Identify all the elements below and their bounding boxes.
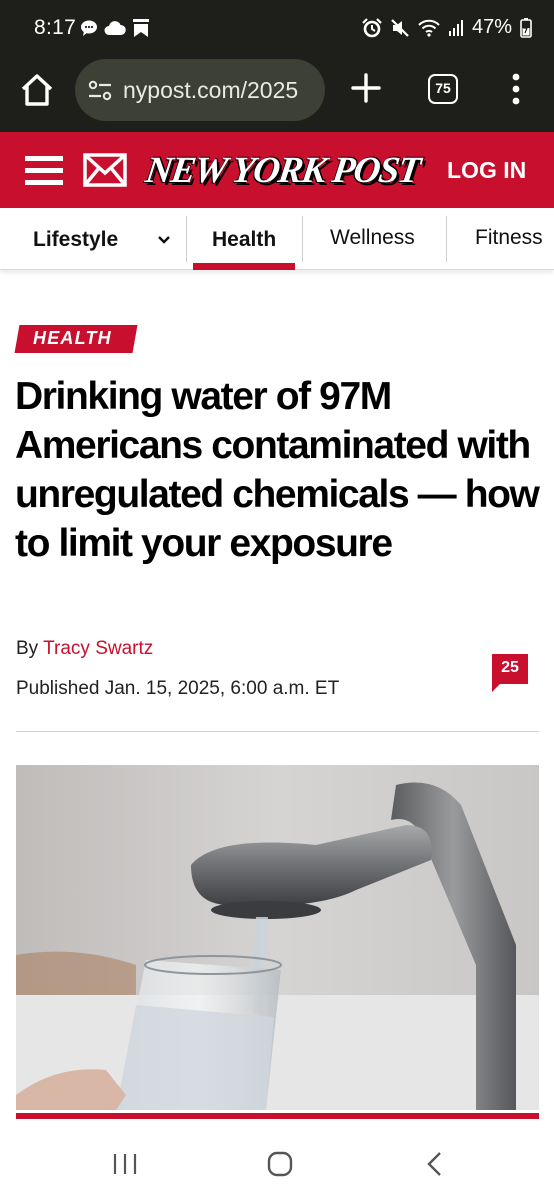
byline: By Tracy Swartz [16, 638, 153, 660]
tab-wellness[interactable]: Wellness [330, 226, 415, 250]
author-link[interactable]: Tracy Swartz [43, 638, 153, 659]
site-logo[interactable]: NEW YORK POST [143, 144, 422, 200]
alarm-icon [362, 17, 382, 37]
site-settings-icon[interactable] [88, 80, 112, 102]
address-bar[interactable]: nypost.com/2025 [75, 59, 325, 121]
site-logo-text[interactable]: NEW YORK POST [143, 149, 422, 192]
nav-divider [446, 216, 447, 262]
section-dropdown[interactable]: Lifestyle [33, 228, 118, 252]
battery-icon [520, 17, 532, 38]
chat-bubble-icon [81, 20, 97, 36]
nav-divider [302, 216, 303, 262]
article-hero-image [16, 765, 539, 1110]
login-button[interactable]: LOG IN [447, 157, 526, 184]
status-time: 8:17 [34, 16, 77, 39]
divider [16, 731, 539, 732]
url-text[interactable]: nypost.com/2025 [123, 77, 298, 104]
tab-fitness[interactable]: Fitness [475, 226, 543, 250]
tab-health[interactable]: Health [212, 228, 276, 252]
status-bar: 8:17 47% [0, 0, 554, 54]
site-header: NEW YORK POST LOG IN [0, 132, 554, 208]
back-chevron-icon[interactable] [425, 1150, 443, 1178]
mute-icon [391, 18, 409, 37]
comment-count[interactable]: 25 [490, 659, 530, 677]
image-bottom-rule [16, 1113, 539, 1119]
nav-divider [186, 216, 187, 262]
bookmark-flag-icon [133, 19, 149, 37]
hamburger-menu-icon[interactable] [25, 153, 63, 187]
mail-icon[interactable] [82, 151, 128, 189]
tabs-icon[interactable]: 75 [428, 74, 458, 104]
chevron-down-icon[interactable] [157, 235, 171, 245]
active-tab-indicator [193, 263, 295, 270]
plus-icon[interactable] [350, 72, 382, 104]
status-notification-icons [80, 18, 150, 38]
article-headline: Drinking water of 97M Americans contamin… [15, 375, 540, 565]
android-nav-bar [0, 1128, 554, 1200]
status-system-icons: 47% [362, 16, 532, 39]
battery-percent: 47% [471, 16, 512, 38]
cloud-icon [104, 21, 126, 35]
home-icon[interactable] [18, 71, 56, 109]
home-circle-icon[interactable] [266, 1150, 294, 1178]
category-tag[interactable]: HEALTH [33, 328, 112, 349]
section-nav: Lifestyle Health Wellness Fitness [0, 208, 554, 270]
byline-prefix: By [16, 638, 39, 659]
more-vert-icon[interactable] [506, 72, 526, 106]
recents-icon[interactable] [112, 1152, 138, 1176]
publish-date: Published Jan. 15, 2025, 6:00 a.m. ET [16, 678, 340, 699]
wifi-icon [418, 19, 440, 37]
browser-toolbar: nypost.com/2025 75 [0, 54, 554, 132]
signal-icon [448, 19, 463, 36]
